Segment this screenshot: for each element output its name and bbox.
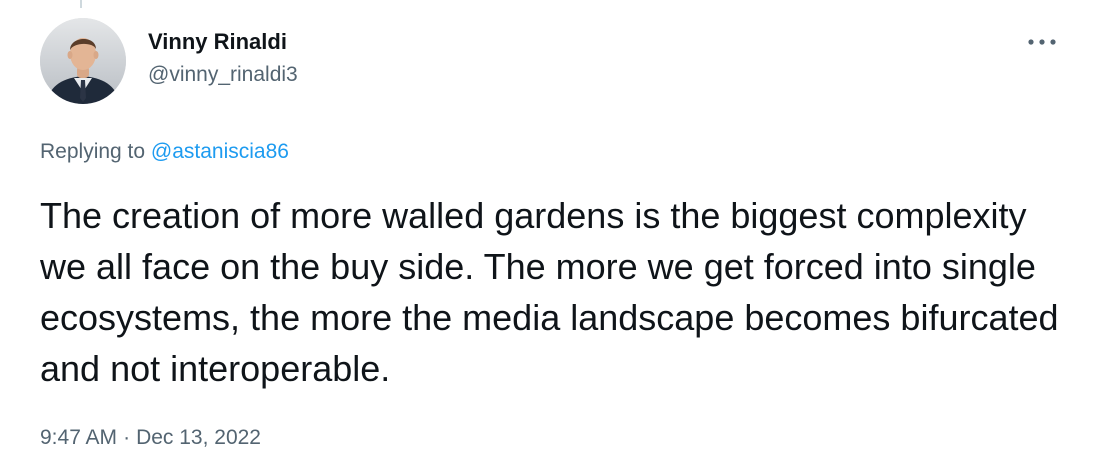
tweet-time: 9:47 AM [40,426,118,449]
author-block: Vinny Rinaldi @vinny_rinaldi3 [148,28,298,89]
tweet-date: Dec 13, 2022 [136,426,261,449]
avatar[interactable] [40,18,126,104]
replying-to-mention-link[interactable]: @astaniscia86 [151,140,289,163]
author-display-name[interactable]: Vinny Rinaldi [148,28,298,56]
replying-to-label: Replying to [40,140,146,163]
replying-to: Replying to @astaniscia86 [40,138,289,166]
timestamp-separator: · [123,426,131,449]
author-handle[interactable]: @vinny_rinaldi3 [148,61,298,89]
tweet-timestamp[interactable]: 9:47 AM · Dec 13, 2022 [40,424,261,452]
more-horizontal-icon [1028,39,1056,45]
tweet-text: The creation of more walled gardens is t… [40,195,1059,389]
more-options-button[interactable] [1022,30,1062,54]
tweet: Vinny Rinaldi @vinny_rinaldi3 Replying t… [0,0,1106,472]
avatar-image [40,18,126,104]
